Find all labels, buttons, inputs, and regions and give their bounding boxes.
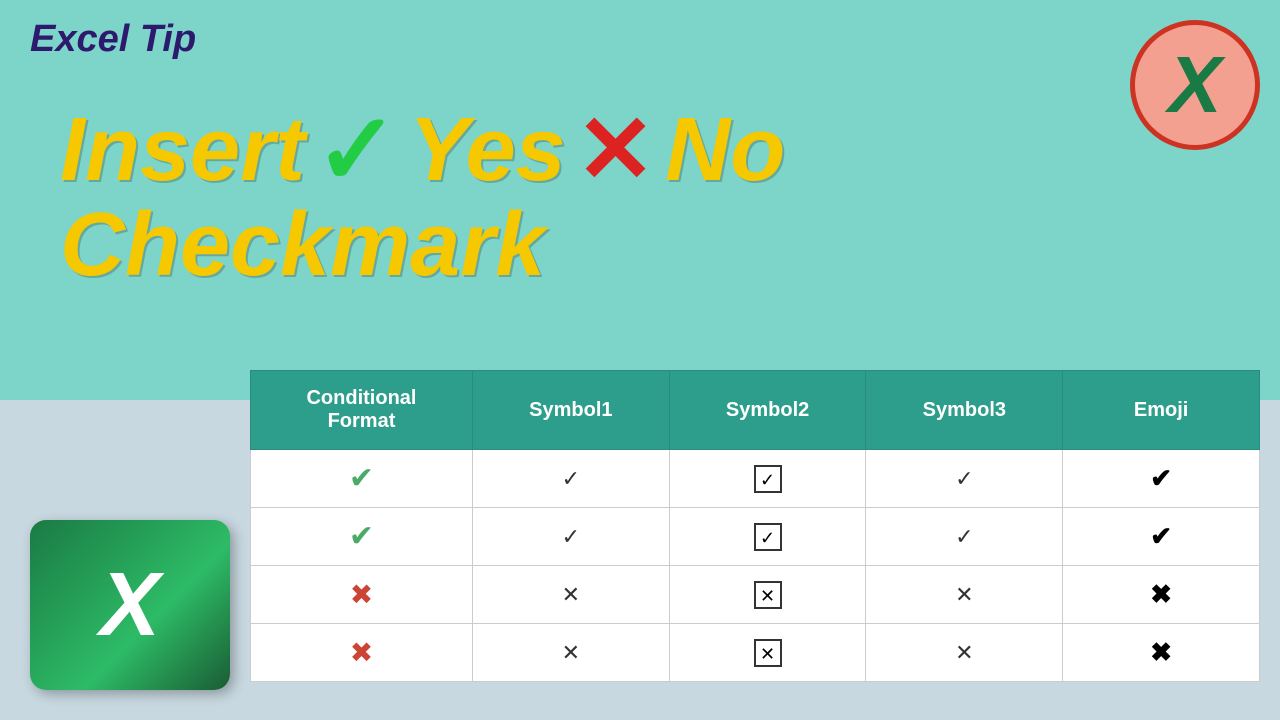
header-symbol1: Symbol1 [472, 371, 669, 450]
row2-symbol3: ✓ [866, 508, 1063, 566]
header-conditional-format: ConditionalFormat [251, 371, 473, 450]
box-x-symbol2-2: ✕ [754, 639, 782, 667]
box-x-symbol2: ✕ [754, 581, 782, 609]
row1-symbol2: ✓ [669, 450, 866, 508]
x-symbol1: ✕ [562, 582, 580, 607]
green-check-conditional-2: ✔ [349, 520, 374, 553]
row3-symbol2: ✕ [669, 566, 866, 624]
box-check-symbol2-2: ✓ [754, 523, 782, 551]
row2-symbol2: ✓ [669, 508, 866, 566]
checkmark-table: ConditionalFormat Symbol1 Symbol2 Symbol… [250, 370, 1260, 682]
emoji-x-2: ✖ [1150, 637, 1172, 667]
header-emoji: Emoji [1063, 371, 1260, 450]
yes-text: Yes [409, 105, 566, 195]
row4-emoji: ✖ [1063, 624, 1260, 682]
excel-tip-label: Excel Tip [30, 18, 196, 61]
emoji-x: ✖ [1150, 579, 1172, 609]
check-symbol3-2: ✓ [955, 524, 973, 549]
row1-emoji: ✔ [1063, 450, 1260, 508]
row3-emoji: ✖ [1063, 566, 1260, 624]
logo-x-white: X [100, 554, 160, 657]
check-symbol3: ✓ [955, 466, 973, 491]
row3-symbol1: ✕ [472, 566, 669, 624]
no-text: No [665, 105, 785, 195]
row4-symbol3: ✕ [866, 624, 1063, 682]
table-row: ✔ ✓ ✓ ✓ ✔ [251, 450, 1260, 508]
heading-line2: Checkmark [60, 200, 785, 290]
checkmark-text: Checkmark [60, 200, 545, 290]
table-row: ✖ ✕ ✕ ✕ ✖ [251, 566, 1260, 624]
table-wrapper: ConditionalFormat Symbol1 Symbol2 Symbol… [250, 370, 1260, 682]
row2-emoji: ✔ [1063, 508, 1260, 566]
row2-conditional: ✔ [251, 508, 473, 566]
logo-circle: X [1130, 20, 1260, 150]
green-check-conditional: ✔ [349, 462, 374, 495]
check-symbol1-2: ✓ [562, 524, 580, 549]
row1-symbol1: ✓ [472, 450, 669, 508]
x-symbol3: ✕ [955, 582, 973, 607]
box-check-symbol2: ✓ [754, 465, 782, 493]
table-row: ✔ ✓ ✓ ✓ ✔ [251, 508, 1260, 566]
row1-symbol3: ✓ [866, 450, 1063, 508]
row4-conditional: ✖ [251, 624, 473, 682]
row1-conditional: ✔ [251, 450, 473, 508]
emoji-check-2: ✔ [1150, 521, 1172, 551]
check-symbol1: ✓ [562, 466, 580, 491]
x-symbol3-2: ✕ [955, 640, 973, 665]
row4-symbol1: ✕ [472, 624, 669, 682]
row3-symbol3: ✕ [866, 566, 1063, 624]
x-symbol1-2: ✕ [562, 640, 580, 665]
table-row: ✖ ✕ ✕ ✕ ✖ [251, 624, 1260, 682]
logo-x-letter: X [1168, 39, 1221, 131]
row4-symbol2: ✕ [669, 624, 866, 682]
excel-logo-bottom: X [30, 520, 230, 690]
main-heading: Insert ✓ Yes ✕ No Checkmark [60, 100, 785, 290]
green-checkmark-icon: ✓ [315, 100, 399, 200]
row2-symbol1: ✓ [472, 508, 669, 566]
table-header-row: ConditionalFormat Symbol1 Symbol2 Symbol… [251, 371, 1260, 450]
red-x-conditional: ✖ [350, 579, 373, 610]
excel-logo-top: X [1130, 20, 1260, 150]
red-x-conditional-2: ✖ [350, 637, 373, 668]
header-symbol3: Symbol3 [866, 371, 1063, 450]
insert-text: Insert [60, 105, 305, 195]
emoji-check: ✔ [1150, 463, 1172, 493]
heading-line1: Insert ✓ Yes ✕ No [60, 100, 785, 200]
header-symbol2: Symbol2 [669, 371, 866, 450]
row3-conditional: ✖ [251, 566, 473, 624]
red-x-icon: ✕ [576, 103, 656, 198]
